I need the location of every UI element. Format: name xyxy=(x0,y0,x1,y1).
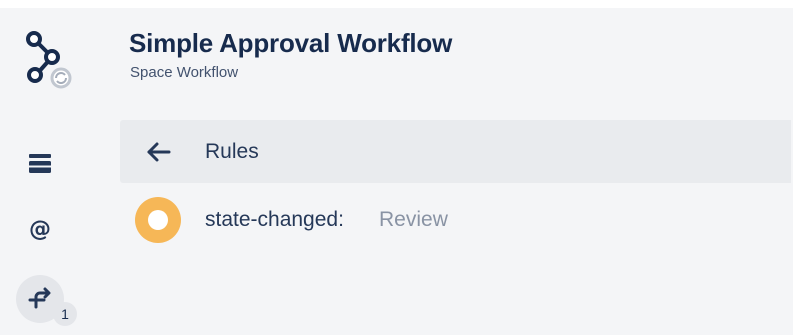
rule-target-state: Review xyxy=(379,208,448,231)
workflow-logo-icon[interactable] xyxy=(22,30,78,92)
app-frame: @ 1 Simple Approval Workflow Space Workf… xyxy=(0,0,793,335)
left-rail: @ 1 xyxy=(0,8,82,335)
status-circle-icon xyxy=(135,197,181,243)
top-strip xyxy=(0,0,793,8)
rules-header-bar: Rules xyxy=(120,120,791,183)
rule-list-item[interactable]: state-changed: Review xyxy=(120,190,791,250)
workflow-title: Simple Approval Workflow xyxy=(129,28,453,58)
workflow-subtitle: Space Workflow xyxy=(130,64,239,81)
at-sign-icon: @ xyxy=(29,217,51,242)
arrow-left-icon[interactable] xyxy=(144,138,172,166)
mentions-button[interactable]: @ xyxy=(16,206,64,254)
rule-event-label: state-changed: xyxy=(205,208,344,231)
count-badge: 1 xyxy=(53,302,77,326)
panel-icon[interactable] xyxy=(16,140,64,188)
rules-heading: Rules xyxy=(205,140,259,163)
